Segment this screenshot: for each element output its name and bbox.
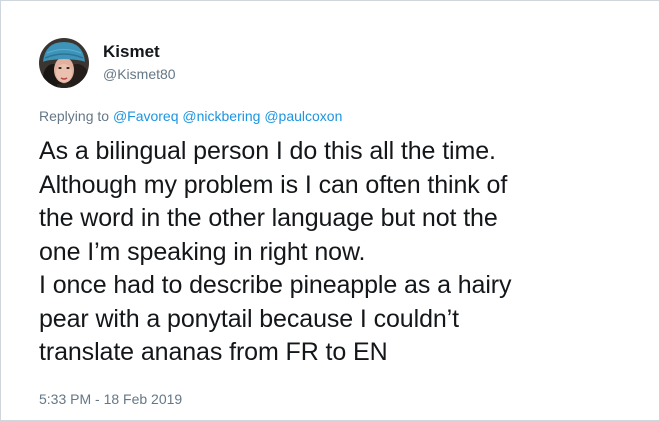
tweet-text-line: the word in the other language but not t… xyxy=(39,204,498,232)
mention-link[interactable]: @nickbering xyxy=(182,108,260,124)
mention-link[interactable]: @Favoreq xyxy=(113,108,179,124)
display-name[interactable]: Kismet xyxy=(103,42,176,62)
tweet-card: Kismet @Kismet80 Replying to @Favoreq @n… xyxy=(0,0,660,421)
tweet-timestamp[interactable]: 5:33 PM - 18 Feb 2019 xyxy=(39,390,182,408)
tweet-header: Kismet @Kismet80 xyxy=(39,38,176,88)
mention-link[interactable]: @paulcoxon xyxy=(264,108,342,124)
avatar-image-icon xyxy=(39,38,89,88)
tweet-text: As a bilingual person I do this all the … xyxy=(39,135,639,370)
tweet-text-line: As a bilingual person I do this all the … xyxy=(39,137,496,165)
tweet-text-line: one I’m speaking in right now. xyxy=(39,237,366,266)
user-handle[interactable]: @Kismet80 xyxy=(103,64,176,84)
tweet-text-line: translate ananas from FR to EN xyxy=(39,338,388,366)
replying-to: Replying to @Favoreq @nickbering @paulco… xyxy=(39,107,342,125)
tweet-text-line: I once had to describe pineapple as a ha… xyxy=(39,271,512,299)
tweet-text-line: pear with a ponytail because I couldn’t xyxy=(39,304,459,333)
tweet-text-line: Although my problem is I can often think… xyxy=(39,170,508,199)
avatar[interactable] xyxy=(39,38,89,88)
replying-to-label: Replying to xyxy=(39,108,110,124)
author-names: Kismet @Kismet80 xyxy=(103,42,176,84)
